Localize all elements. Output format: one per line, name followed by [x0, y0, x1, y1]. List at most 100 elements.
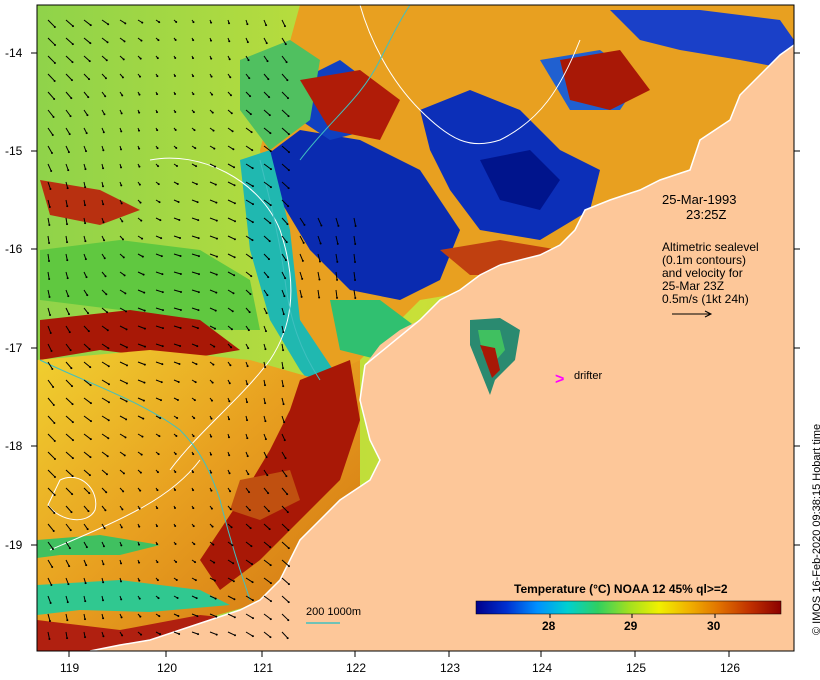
- velocity-arrow-head: [67, 151, 70, 154]
- velocity-arrow-head: [264, 384, 267, 387]
- lon-tick-label: 123: [440, 661, 460, 675]
- velocity-arrow-head: [264, 438, 267, 441]
- velocity-arrow-head: [285, 475, 288, 478]
- date-annotation: 25-Mar-1993 23:25Z: [662, 192, 736, 222]
- date-text: 25-Mar-1993: [662, 192, 737, 207]
- velocity-arrow-head: [247, 59, 250, 62]
- velocity-arrow-head: [158, 615, 161, 618]
- velocity-arrow-head: [287, 601, 290, 604]
- velocity-arrow-head: [213, 561, 216, 564]
- velocity-arrow-head: [141, 21, 144, 24]
- velocity-arrow-head: [161, 309, 164, 312]
- velocity-arrow-head: [138, 93, 141, 96]
- velocity-arrow-head: [87, 312, 90, 315]
- velocity-arrow-head: [88, 60, 91, 63]
- velocity-arrow-head: [84, 240, 87, 243]
- velocity-arrow-head: [89, 456, 92, 459]
- velocity-arrow-head: [66, 277, 69, 280]
- velocity-arrow-head: [140, 219, 143, 222]
- velocity-arrow-head: [143, 291, 146, 294]
- velocity-arrow-head: [266, 294, 269, 297]
- velocity-arrow-head: [264, 366, 267, 369]
- velocity-arrow-head: [303, 223, 306, 226]
- velocity-arrow-head: [283, 439, 286, 442]
- velocity-arrow-head: [71, 457, 74, 460]
- velocity-arrow-head: [210, 471, 213, 474]
- velocity-arrow-head: [175, 165, 178, 168]
- velocity-arrow-head: [269, 582, 272, 585]
- velocity-arrow-head: [230, 112, 233, 115]
- velocity-arrow-head: [66, 619, 69, 622]
- velocity-arrow-head: [230, 346, 233, 349]
- velocity-arrow-head: [233, 634, 236, 637]
- velocity-arrow-head: [283, 25, 286, 28]
- velocity-arrow-head: [193, 543, 196, 546]
- velocity-arrow-head: [141, 435, 144, 438]
- map-image: >: [37, 5, 794, 651]
- velocity-arrow-head: [48, 619, 51, 622]
- velocity-arrow-head: [174, 489, 177, 492]
- velocity-arrow-head: [156, 561, 159, 564]
- velocity-arrow-head: [141, 255, 144, 258]
- velocity-arrow-head: [123, 274, 126, 277]
- velocity-arrow-head: [232, 292, 235, 295]
- velocity-arrow-head: [196, 201, 199, 204]
- velocity-arrow-head: [71, 421, 74, 424]
- velocity-arrow-head: [102, 185, 105, 188]
- velocity-arrow-head: [67, 295, 70, 298]
- velocity-arrow-head: [105, 59, 108, 62]
- velocity-arrow-head: [88, 492, 91, 495]
- velocity-arrow-head: [286, 223, 289, 226]
- velocity-arrow-head: [195, 363, 198, 366]
- velocity-arrow-head: [195, 597, 198, 600]
- velocity-arrow-head: [85, 150, 88, 153]
- velocity-arrow-head: [48, 241, 51, 244]
- velocity-arrow-head: [161, 291, 164, 294]
- velocity-arrow-head: [251, 203, 254, 206]
- velocity-arrow-head: [179, 309, 182, 312]
- velocity-arrow-head: [89, 384, 92, 387]
- velocity-arrow-head: [69, 115, 72, 118]
- velocity-arrow-head: [251, 635, 254, 638]
- velocity-arrow-head: [287, 151, 290, 154]
- velocity-arrow-head: [125, 418, 128, 421]
- velocity-arrow-head: [105, 473, 108, 476]
- velocity-arrow-head: [269, 204, 272, 207]
- velocity-arrow-head: [102, 563, 105, 566]
- velocity-arrow-head: [246, 23, 249, 26]
- velocity-arrow-head: [268, 240, 271, 243]
- copyright-text: © IMOS 16-Feb-2020 09:38:15 Hobart time: [811, 423, 820, 635]
- velocity-arrow-head: [283, 421, 286, 424]
- velocity-arrow-head: [193, 399, 196, 402]
- velocity-arrow-head: [214, 597, 217, 600]
- velocity-arrow-head: [174, 453, 177, 456]
- velocity-arrow-head: [121, 220, 124, 223]
- velocity-arrow-head: [210, 435, 213, 438]
- velocity-arrow-head: [212, 363, 215, 366]
- velocity-arrow-head: [264, 402, 267, 405]
- velocity-arrow-head: [231, 544, 234, 547]
- velocity-arrow-head: [192, 21, 195, 24]
- velocity-arrow-head: [196, 615, 199, 618]
- velocity-arrow-head: [266, 60, 269, 63]
- velocity-arrow-head: [125, 346, 128, 349]
- velocity-arrow-head: [215, 201, 218, 204]
- velocity-arrow-head: [176, 597, 179, 600]
- velocity-arrow-head: [52, 403, 55, 406]
- legend-colorbar: [475, 600, 782, 615]
- velocity-arrow-head: [228, 436, 231, 439]
- velocity-arrow-head: [175, 147, 178, 150]
- velocity-arrow-head: [71, 385, 74, 388]
- velocity-arrow-head: [282, 403, 285, 406]
- velocity-arrow-head: [287, 97, 290, 100]
- lat-tick-label: -19: [5, 538, 23, 552]
- velocity-arrow-head: [158, 201, 161, 204]
- lon-tick-label: 125: [626, 661, 646, 675]
- legend-tick-label: 29: [624, 619, 638, 633]
- lon-tick-label: 122: [346, 661, 366, 675]
- velocity-arrow-head: [179, 345, 182, 348]
- velocity-arrow-head: [248, 509, 251, 512]
- velocity-arrow-head: [52, 385, 55, 388]
- velocity-arrow-head: [192, 507, 195, 510]
- velocity-arrow-head: [215, 291, 218, 294]
